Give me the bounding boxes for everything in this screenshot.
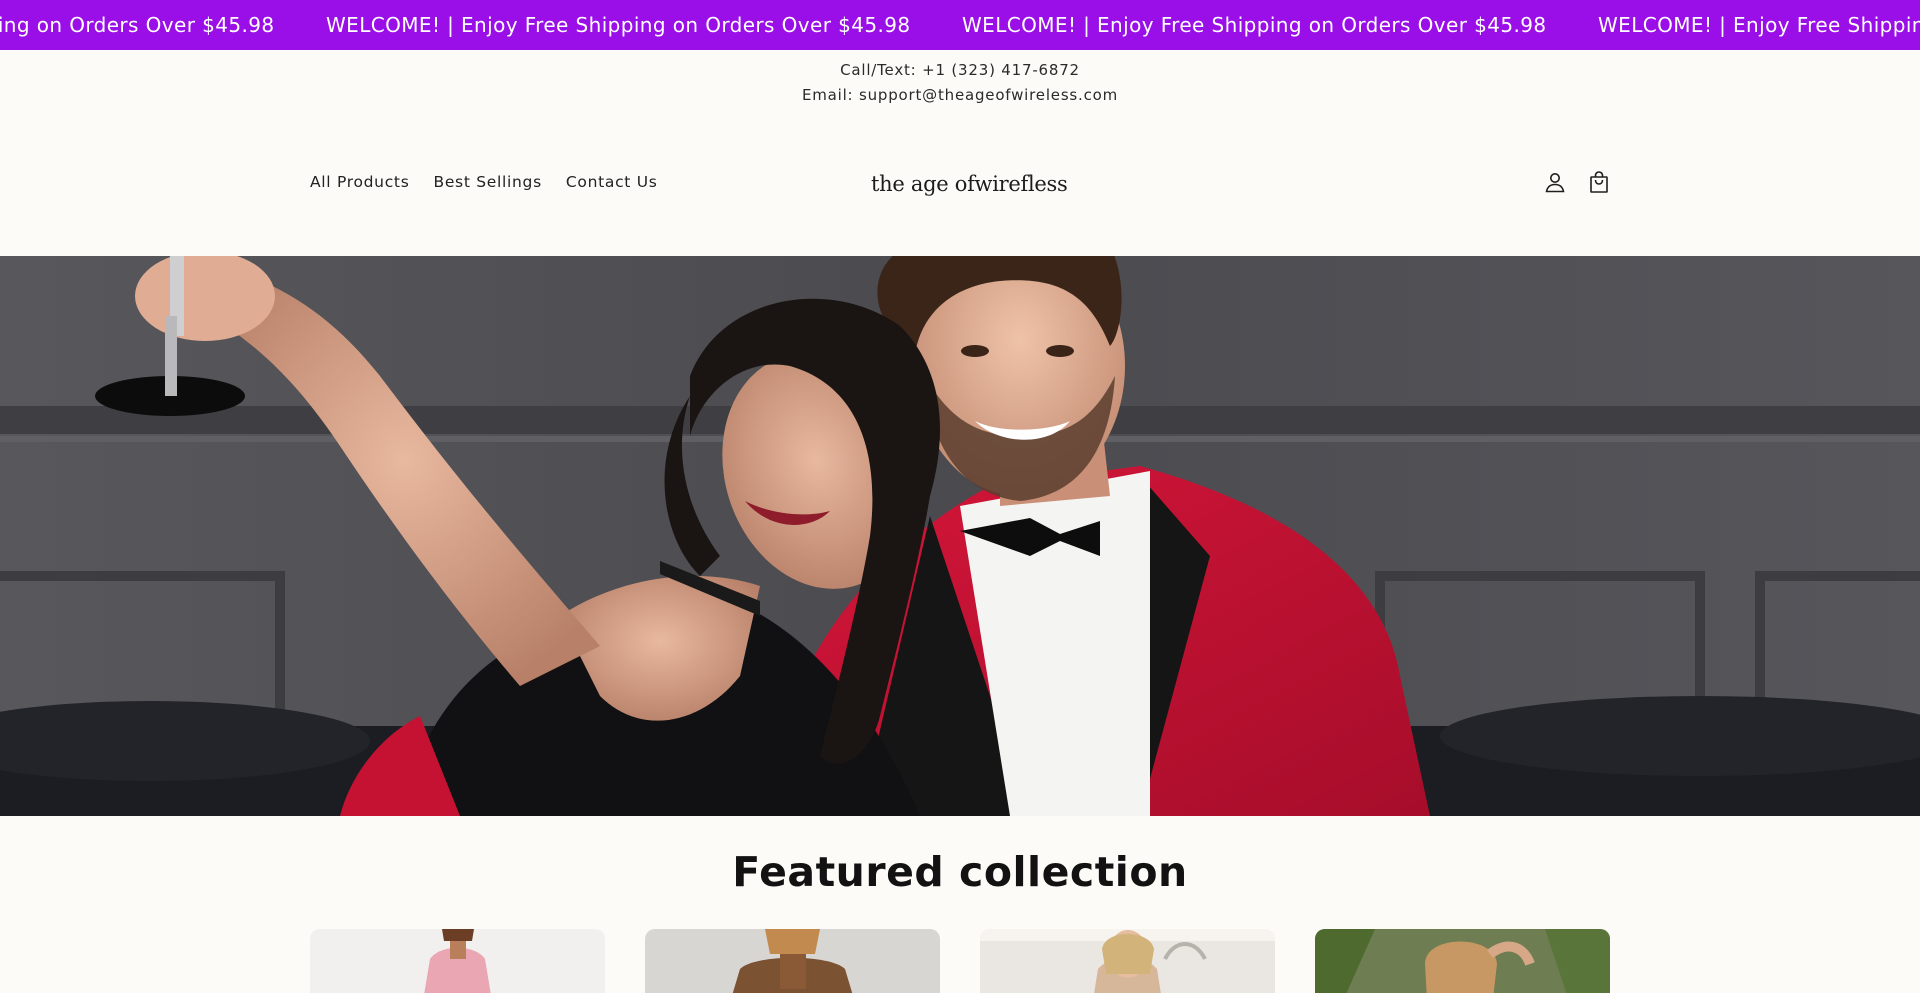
product-image [980, 929, 1275, 993]
product-card[interactable] [645, 929, 940, 993]
product-image [1315, 929, 1610, 993]
product-card[interactable] [310, 929, 605, 993]
product-card[interactable] [1315, 929, 1610, 993]
announcement-text: WELCOME! | Enjoy Free Shipping on Orders… [0, 13, 275, 37]
cart-icon[interactable] [1587, 170, 1611, 194]
announcement-text: WELCOME! | Enjoy Free Shipping on Orders… [326, 13, 911, 37]
product-card[interactable] [980, 929, 1275, 993]
account-icon[interactable] [1543, 170, 1567, 194]
hero-image [0, 256, 1920, 816]
contact-email: Email: support@theageofwireless.com [801, 86, 1119, 104]
contact-info: Call/Text: +1 (323) 417-6872 Email: supp… [0, 58, 1920, 108]
announcement-bar: WELCOME! | Enjoy Free Shipping on Orders… [0, 0, 1920, 50]
main-nav: All Products Best Sellings Contact Us [310, 173, 658, 191]
featured-collection-title: Featured collection [732, 848, 1188, 896]
nav-best-sellings[interactable]: Best Sellings [433, 173, 541, 191]
announcement-text: WELCOME! | Enjoy Free Shipping on Orders… [1598, 13, 1920, 37]
nav-all-products[interactable]: All Products [310, 173, 409, 191]
product-image [645, 929, 940, 993]
nav-contact-us[interactable]: Contact Us [566, 173, 658, 191]
product-grid [310, 929, 1610, 993]
announcement-text: WELCOME! | Enjoy Free Shipping on Orders… [962, 13, 1547, 37]
site-header: All Products Best Sellings Contact Us th… [0, 150, 1920, 220]
header-icons [1543, 170, 1611, 194]
product-image [310, 929, 605, 993]
announcement-track: WELCOME! | Enjoy Free Shipping on Orders… [0, 0, 1920, 50]
contact-phone: Call/Text: +1 (323) 417-6872 [840, 61, 1080, 79]
hero-banner [0, 256, 1920, 816]
site-logo[interactable]: the age ofwirefless [871, 172, 1068, 196]
